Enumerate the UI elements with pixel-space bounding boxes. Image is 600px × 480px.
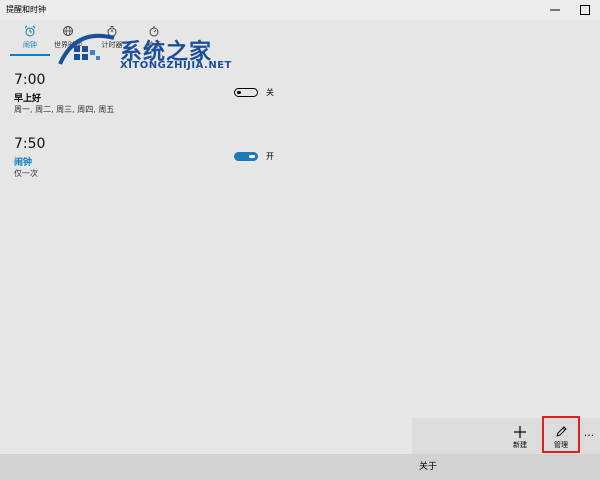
more-button[interactable]: ... <box>580 426 598 440</box>
alarm-toggle-label: 关 <box>266 88 274 97</box>
alarm-toggle[interactable] <box>234 88 258 97</box>
alarm-toggle-label: 开 <box>266 152 274 161</box>
alarm-time[interactable]: 7:00 <box>14 72 45 88</box>
alarm-name: 早上好 <box>14 94 42 104</box>
new-label: 新建 <box>513 441 527 449</box>
watermark-subtitle: XITONGZHIJIA.NET <box>120 60 232 71</box>
watermark-logo-icon <box>58 33 115 65</box>
tab-alarm[interactable]: 闹钟 <box>10 20 50 58</box>
alarm-clock-icon <box>24 25 36 37</box>
toggle-knob <box>249 154 255 158</box>
active-tab-indicator <box>10 54 50 56</box>
about-label[interactable]: 关于 <box>0 459 600 472</box>
maximize-button[interactable] <box>570 0 600 20</box>
new-alarm-button[interactable]: 新建 <box>502 418 538 454</box>
alarm-time[interactable]: 7:50 <box>14 136 45 152</box>
alarm-toggle[interactable] <box>234 152 258 161</box>
window-title: 提醒和时钟 <box>6 5 46 14</box>
toggle-knob <box>237 90 241 94</box>
alarm-name: 闹钟 <box>14 158 33 168</box>
minimize-icon <box>550 9 560 11</box>
alarm-repeat: 仅一次 <box>14 169 38 178</box>
plus-icon <box>514 426 526 438</box>
alarm-repeat: 周一, 周二, 周三, 周四, 周五 <box>14 105 115 114</box>
tab-label: 闹钟 <box>23 41 37 49</box>
maximize-icon <box>580 5 590 15</box>
title-bar <box>0 0 600 20</box>
minimize-button[interactable] <box>540 0 570 20</box>
manage-highlight-box <box>542 416 580 453</box>
